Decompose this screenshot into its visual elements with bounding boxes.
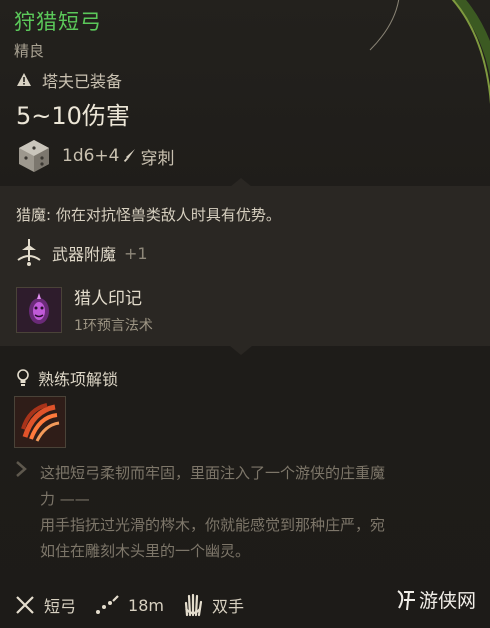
weapon-range: 18m [94,594,164,616]
panel-notch-bottom [230,346,252,355]
item-rarity: 精良 [14,42,45,60]
granted-spell[interactable]: 猎人印记 1环预言法术 [16,284,153,335]
lore-line-2: 力 —— [40,490,90,508]
quote-icon [16,461,27,477]
lightbulb-icon [17,369,29,386]
enchant-label: 武器附魔 [52,245,117,264]
weapon-type-label: 短弓 [44,597,77,616]
proficiency-unlock: 熟练项解锁 [16,366,118,390]
watermark-text: 游侠网 [418,590,476,612]
weapon-action-icon [21,403,60,442]
dice-icon [19,140,49,172]
handedness: 双手 [182,593,244,617]
proficiency-skill[interactable] [14,396,66,448]
item-header: 狩猎短弓 精良 [14,6,102,61]
damage-type: 穿刺 [140,148,175,169]
hunters-mark-icon [29,292,49,324]
sword-enchant-icon [17,239,41,266]
bow-illustration-icon [369,0,490,106]
weapon-type: 短弓 [14,593,76,617]
spell-name: 猎人印记 [74,289,142,309]
weapon-enchantment: 武器附魔 +1 [16,238,148,268]
lore-line-3: 用手指抚过光滑的梣木，你就能感觉到那种庄严，宛 [40,516,386,534]
passive-ability: 猎魔: 你在对抗怪兽类敌人时具有优势。 [16,206,281,224]
dice-value: 1d6+4 [62,146,120,166]
range-icon [96,595,119,614]
crossed-swords-icon [16,596,34,614]
lore-line-4: 如住在雕刻木头里的一个幽灵。 [40,542,251,560]
equipped-label: 塔夫已装备 [42,72,123,91]
warning-icon [17,73,31,86]
item-tooltip: 狩猎短弓 精良 塔夫已装备 5~10伤害 1d6+4 穿刺 猎魔: 你在对抗怪兽… [0,0,490,628]
range-label: 18m [128,595,164,615]
lore-line-1: 这把短弓柔韧而牢固，里面注入了一个游侠的庄重魔 [40,464,386,482]
spell-icon-frame [16,286,62,333]
damage-range: 5~10伤害 [16,102,130,130]
site-watermark: 游侠网 [395,586,476,613]
item-name: 狩猎短弓 [14,10,102,34]
hand-icon [184,593,203,617]
proficiency-label: 熟练项解锁 [38,370,119,389]
watermark-logo-icon [397,589,415,610]
enchant-bonus: +1 [124,243,148,263]
spell-level: 1环预言法术 [74,318,153,334]
equipped-status: 塔夫已装备 [16,68,122,92]
damage-dice-row: 1d6+4 穿刺 [16,138,174,174]
handedness-label: 双手 [211,597,244,616]
pierce-icon [124,149,136,162]
